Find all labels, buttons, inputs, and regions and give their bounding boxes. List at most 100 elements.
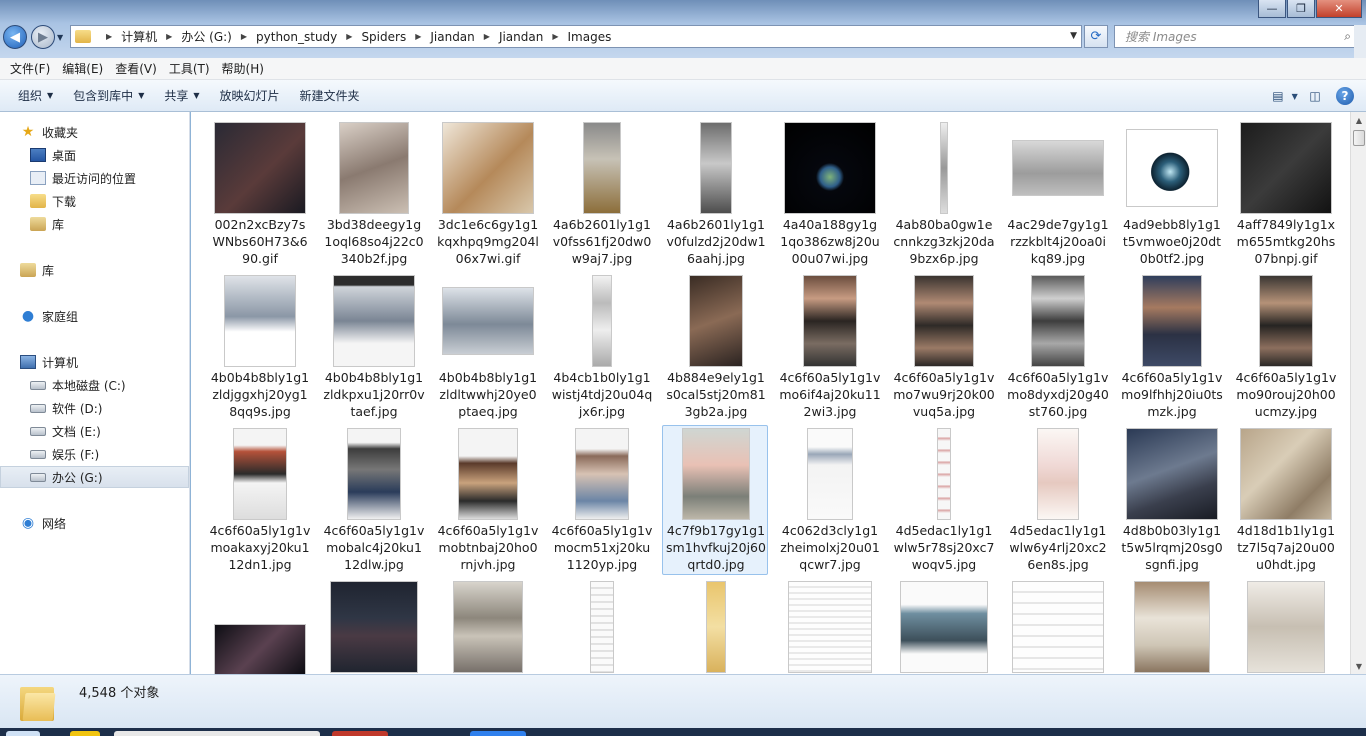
file-tile[interactable]: 002n2xcBzy7sWNbs60H73&690.gif [207, 120, 313, 270]
file-tile[interactable]: 4c6f60a5ly1g1vmobtnbaj20ho0rnjvh.jpg [435, 426, 541, 576]
sidebar-item-network[interactable]: ◉ 网络 [0, 512, 189, 534]
file-tile[interactable] [207, 579, 313, 674]
breadcrumb-chevron-icon[interactable]: ▶ [346, 32, 352, 41]
file-tile[interactable]: 4a40a188gy1g1qo386zw8j20u00u07wi.jpg [777, 120, 883, 270]
sidebar-item-recent[interactable]: 最近访问的位置 [0, 167, 189, 189]
file-tile[interactable] [891, 579, 997, 674]
file-tile[interactable]: 4c6f60a5ly1g1vmobalc4j20ku112dlw.jpg [321, 426, 427, 576]
breadcrumb-chevron-icon[interactable]: ▶ [552, 32, 558, 41]
sidebar-item-desktop[interactable]: 桌面 [0, 144, 189, 166]
taskbar-app[interactable] [70, 731, 100, 736]
change-view-button[interactable]: ▤ ▼ [1272, 86, 1298, 106]
close-button[interactable]: ✕ [1316, 0, 1362, 18]
menu-view[interactable]: 查看(V) [109, 60, 163, 77]
file-tile[interactable]: 3bd38deegy1g1oql68so4j22c0340b2f.jpg [321, 120, 427, 270]
sidebar-item-homegroup[interactable]: ● 家庭组 [0, 305, 189, 327]
sidebar-item-drive-d[interactable]: 软件 (D:) [0, 397, 189, 419]
taskbar-app[interactable] [114, 731, 320, 736]
file-tile[interactable]: 4c6f60a5ly1g1vmo9lfhhj20iu0tsmzk.jpg [1119, 273, 1225, 423]
include-in-library-button[interactable]: 包含到库中 ▼ [63, 87, 154, 104]
breadcrumb-python-study[interactable]: python_study [256, 30, 337, 44]
scrollbar-thumb[interactable] [1353, 130, 1365, 146]
sidebar-item-library-fav[interactable]: 库 [0, 213, 189, 235]
breadcrumb-chevron-icon[interactable]: ▶ [106, 32, 112, 41]
scroll-down-icon[interactable]: ▼ [1351, 658, 1366, 674]
minimize-button[interactable]: — [1258, 0, 1286, 18]
breadcrumb-computer[interactable]: 计算机 [121, 28, 157, 45]
file-tile[interactable]: 4ab80ba0gw1ecnnkzg3zkj20da9bzx6p.jpg [891, 120, 997, 270]
file-tile[interactable]: 4d8b0b03ly1g1t5w5lrqmj20sg0sgnfi.jpg [1119, 426, 1225, 576]
file-tile[interactable]: 4c6f60a5ly1g1vmo90rouj20h00ucmzy.jpg [1233, 273, 1339, 423]
sidebar-item-favorites[interactable]: ★ 收藏夹 [0, 121, 189, 143]
slideshow-button[interactable]: 放映幻灯片 [210, 87, 290, 104]
refresh-button[interactable]: ⟳ [1084, 25, 1108, 48]
recent-pages-dropdown[interactable]: ▼ [57, 33, 63, 42]
menu-tools[interactable]: 工具(T) [163, 60, 216, 77]
address-dropdown-icon[interactable]: ▼ [1070, 31, 1077, 41]
start-button[interactable] [6, 731, 40, 736]
menu-file[interactable]: 文件(F) [4, 60, 56, 77]
share-button[interactable]: 共享 ▼ [154, 87, 209, 104]
new-folder-button[interactable]: 新建文件夹 [290, 87, 370, 104]
menu-edit[interactable]: 编辑(E) [56, 60, 109, 77]
file-tile[interactable] [1233, 579, 1339, 674]
breadcrumb-chevron-icon[interactable]: ▶ [484, 32, 490, 41]
breadcrumb-chevron-icon[interactable]: ▶ [166, 32, 172, 41]
sidebar-item-computer[interactable]: 计算机 [0, 351, 189, 373]
sidebar-item-downloads[interactable]: 下载 [0, 190, 189, 212]
file-tile[interactable]: 4a6b2601ly1g1v0fss61fj20dw0w9aj7.jpg [549, 120, 655, 270]
file-tile[interactable]: 4c6f60a5ly1g1vmoakaxyj20ku112dn1.jpg [207, 426, 313, 576]
organize-button[interactable]: 组织 ▼ [8, 87, 63, 104]
taskbar-app[interactable] [332, 731, 388, 736]
help-button[interactable]: ? [1334, 86, 1356, 106]
file-tile[interactable]: 4b0b4b8bly1g1zldkpxu1j20rr0vtaef.jpg [321, 273, 427, 423]
menu-help[interactable]: 帮助(H) [216, 60, 270, 77]
file-tile[interactable]: 4d5edac1ly1g1wlw5r78sj20xc7woqv5.jpg [891, 426, 997, 576]
file-tile[interactable]: 4c6f60a5ly1g1vmo7wu9rj20k00vuq5a.jpg [891, 273, 997, 423]
sidebar-item-drive-f[interactable]: 娱乐 (F:) [0, 443, 189, 465]
breadcrumb-drive-g[interactable]: 办公 (G:) [181, 28, 232, 45]
file-tile[interactable]: 4c6f60a5ly1g1vmo6if4aj20ku112wi3.jpg [777, 273, 883, 423]
file-tile[interactable] [777, 579, 883, 674]
file-tile[interactable]: 4c6f60a5ly1g1vmocm51xj20ku1120yp.jpg [549, 426, 655, 576]
file-tile[interactable] [321, 579, 427, 674]
preview-pane-button[interactable]: ◫ [1304, 86, 1326, 106]
file-tile[interactable]: 4c062d3cly1g1zheimolxj20u01qcwr7.jpg [777, 426, 883, 576]
file-tile[interactable]: 4b0b4b8bly1g1zldltwwhj20ye0ptaeq.jpg [435, 273, 541, 423]
file-tile[interactable] [663, 579, 769, 674]
file-tile-selected[interactable]: 4c7f9b17gy1g1sm1hvfkuj20j60qrtd0.jpg [662, 425, 768, 575]
sidebar-item-drive-g[interactable]: 办公 (G:) [0, 466, 189, 488]
breadcrumb-jiandan[interactable]: Jiandan [430, 30, 474, 44]
taskbar-app[interactable] [470, 731, 526, 736]
file-tile[interactable] [435, 579, 541, 674]
maximize-button[interactable]: ❐ [1287, 0, 1315, 18]
search-input[interactable]: 搜索 Images ⌕ [1114, 25, 1358, 48]
file-tile[interactable] [549, 579, 655, 674]
breadcrumb-spiders[interactable]: Spiders [361, 30, 406, 44]
file-tile[interactable]: 4b884e9ely1g1s0cal5stj20m813gb2a.jpg [663, 273, 769, 423]
file-tile[interactable]: 4b4cb1b0ly1g1wistj4tdj20u04qjx6r.jpg [549, 273, 655, 423]
file-tile[interactable]: 4c6f60a5ly1g1vmo8dyxdj20g40st760.jpg [1005, 273, 1111, 423]
file-tile[interactable]: 4ad9ebb8ly1g1t5vmwoe0j20dt0b0tf2.jpg [1119, 120, 1225, 270]
sidebar-item-drive-c[interactable]: 本地磁盘 (C:) [0, 374, 189, 396]
breadcrumb-chevron-icon[interactable]: ▶ [241, 32, 247, 41]
file-tile[interactable] [1119, 579, 1225, 674]
address-bar[interactable]: ▶ 计算机 ▶ 办公 (G:) ▶ python_study ▶ Spiders… [70, 25, 1082, 48]
back-button[interactable]: ◀ [3, 25, 27, 49]
breadcrumb-chevron-icon[interactable]: ▶ [415, 32, 421, 41]
breadcrumb-jiandan-2[interactable]: Jiandan [499, 30, 543, 44]
file-tile[interactable] [1005, 579, 1111, 674]
breadcrumb-images[interactable]: Images [568, 30, 612, 44]
content-scrollbar[interactable]: ▲ ▼ [1350, 112, 1366, 674]
file-tile[interactable]: 4a6b2601ly1g1v0fulzd2j20dw16aahj.jpg [663, 120, 769, 270]
sidebar-item-libraries[interactable]: 库 [0, 259, 189, 281]
file-tile[interactable]: 4d5edac1ly1g1wlw6y4rlj20xc26en8s.jpg [1005, 426, 1111, 576]
file-tile[interactable]: 4b0b4b8bly1g1zldjggxhj20yg18qq9s.jpg [207, 273, 313, 423]
file-tile[interactable]: 3dc1e6c6gy1g1kqxhpq9mg204l06x7wi.gif [435, 120, 541, 270]
forward-button[interactable]: ▶ [31, 25, 55, 49]
file-tile[interactable]: 4aff7849ly1g1xm655mtkg20hs07bnpj.gif [1233, 120, 1339, 270]
search-icon[interactable]: ⌕ [1344, 29, 1351, 44]
sidebar-item-drive-e[interactable]: 文档 (E:) [0, 420, 189, 442]
scroll-up-icon[interactable]: ▲ [1351, 112, 1366, 128]
file-tile[interactable]: 4d18d1b1ly1g1tz7l5q7aj20u00u0hdt.jpg [1233, 426, 1339, 576]
